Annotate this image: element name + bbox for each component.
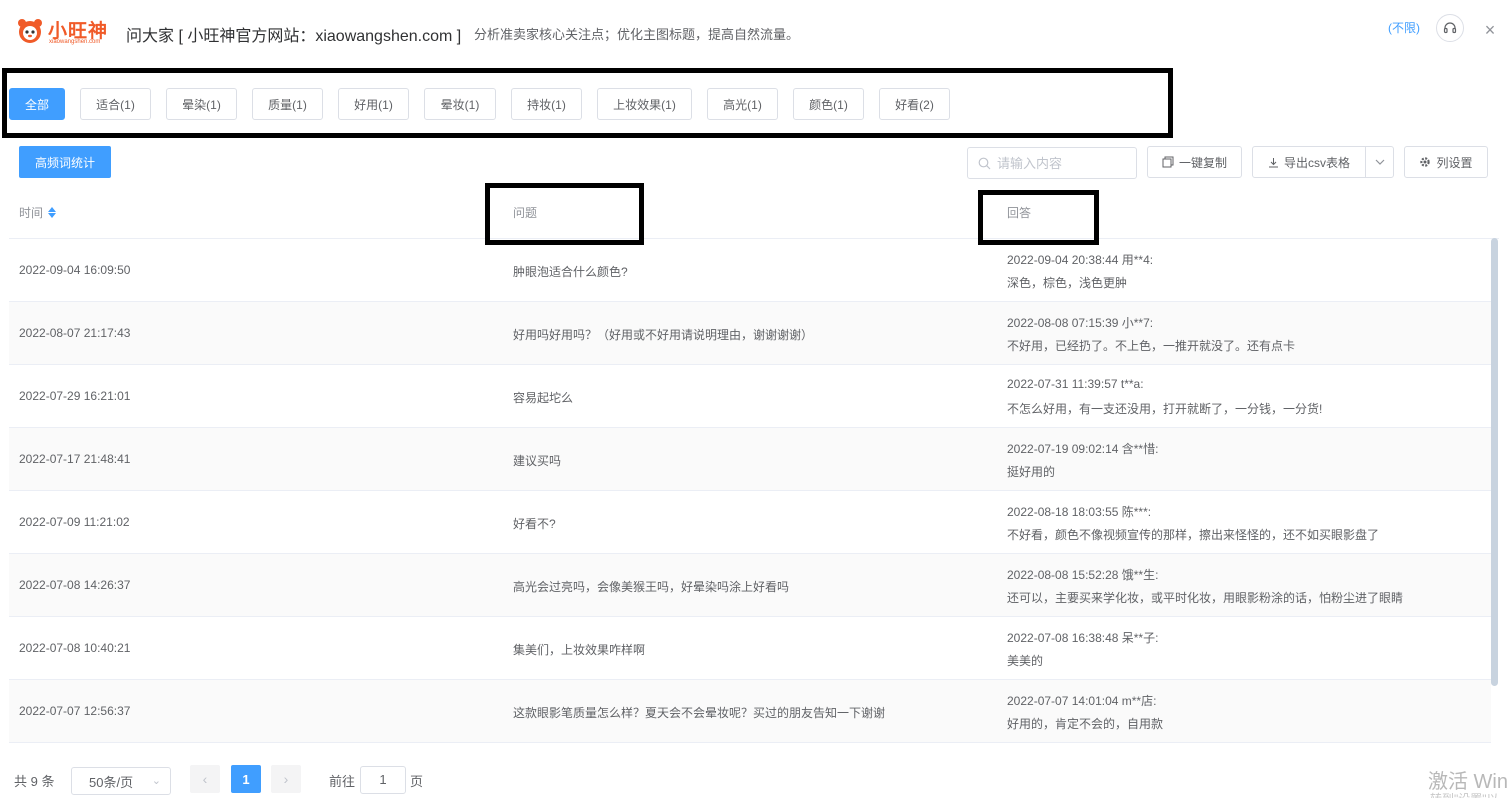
page-size-value: 50条/页 — [89, 774, 134, 790]
download-icon — [1268, 157, 1278, 167]
app-header: 小旺神 xiaowangshen.com 问大家 [ 小旺神官方网站：xiaow… — [0, 0, 1512, 62]
qa-table: 时间 问题 回答 2022-09-04 16:09:50 肿眼泡适合什么颜色? 20… — [9, 187, 1499, 743]
table-row: 2022-07-29 16:21:01 容易起坨么 2022-07-31 11:39… — [9, 365, 1491, 428]
table-header: 时间 问题 回答 — [9, 187, 1499, 239]
annotation-box-question — [485, 183, 644, 245]
answer-text-cell: 不好用，已经扔了。不上色，一推开就没了。还有点卡 — [1007, 339, 1296, 353]
search-icon — [978, 157, 991, 169]
total-count: 共 9 条 — [14, 774, 55, 789]
time-cell: 2022-09-04 16:09:50 — [19, 263, 131, 277]
question-cell: 肿眼泡适合什么颜色? — [513, 265, 628, 279]
column-settings-label: 列设置 — [1436, 155, 1473, 170]
table-body: 2022-09-04 16:09:50 肿眼泡适合什么颜色? 2022-09-04 … — [9, 239, 1491, 743]
column-header-time-label: 时间 — [19, 206, 44, 220]
column-settings-button[interactable]: 列设置 — [1404, 146, 1488, 178]
answer-meta-cell: 2022-08-18 18:03:55 陈***: — [1007, 505, 1152, 519]
quota-status[interactable]: (不限) — [1388, 19, 1420, 36]
answer-text-cell: 深色，棕色，浅色更肿 — [1007, 276, 1128, 290]
prev-page-button[interactable]: ‹ — [190, 765, 220, 793]
answer-meta-cell: 2022-08-08 07:15:39 小**7: — [1007, 316, 1154, 330]
headset-icon — [1443, 22, 1457, 34]
high-frequency-stats-button[interactable]: 高频词统计 — [19, 146, 111, 178]
page-title: 问大家 [ 小旺神官方网站：xiaowangshen.com ] — [126, 28, 462, 45]
table-row: 2022-07-08 14:26:37 高光会过亮吗，会像美猴王吗，好晕染吗涂上好… — [9, 554, 1491, 617]
answer-text-cell: 美美的 — [1007, 654, 1044, 668]
windows-activation-subtext: 转到"设置"以 — [1430, 790, 1499, 798]
time-cell: 2022-07-08 14:26:37 — [19, 578, 131, 592]
export-csv-label: 导出csv表格 — [1283, 155, 1350, 170]
answer-text-cell: 好用的，肯定不会的，自用款 — [1007, 717, 1164, 731]
page-size-select[interactable]: 50条/页 ⌄ — [71, 767, 171, 795]
answer-meta-cell: 2022-07-07 14:01:04 m**店: — [1007, 694, 1157, 708]
logo-url: xiaowangshen.com — [49, 39, 101, 45]
export-csv-button[interactable]: 导出csv表格 — [1252, 146, 1366, 178]
answer-meta-cell: 2022-07-08 16:38:48 呆**子: — [1007, 631, 1159, 645]
answer-meta-cell: 2022-07-31 11:39:57 t**a: — [1007, 377, 1144, 391]
search-input[interactable] — [997, 155, 1127, 171]
time-cell: 2022-07-09 11:21:02 — [19, 515, 130, 529]
sort-icon[interactable] — [48, 207, 57, 218]
chevron-right-icon: › — [283, 771, 289, 787]
next-page-button[interactable]: › — [271, 765, 301, 793]
time-cell: 2022-08-07 21:17:43 — [19, 326, 131, 340]
answer-meta-cell: 2022-09-04 20:38:44 用**4: — [1007, 253, 1154, 267]
answer-text-cell: 不怎么好用，有一支还没用，打开就断了，一分钱，一分货! — [1007, 402, 1323, 416]
answer-meta-cell: 2022-07-19 09:02:14 含**惜: — [1007, 442, 1159, 456]
answer-text-cell: 不好看，颜色不像视频宣传的那样，擦出来怪怪的，还不如买眼影盘了 — [1007, 528, 1380, 542]
time-cell: 2022-07-07 12:56:37 — [19, 704, 131, 718]
answer-text-cell: 还可以，主要买来学化妆，或平时化妆，用眼影粉涂的话，怕粉尘进了眼睛 — [1007, 591, 1404, 605]
gear-icon — [1420, 157, 1431, 167]
page-number-current[interactable]: 1 — [231, 765, 261, 793]
search-box[interactable] — [967, 147, 1137, 179]
question-cell: 高光会过亮吗，会像美猴王吗，好晕染吗涂上好看吗 — [513, 580, 790, 594]
copy-icon — [1162, 156, 1174, 168]
question-cell: 好看不? — [513, 517, 556, 531]
chevron-down-icon — [1375, 159, 1384, 165]
table-row: 2022-07-09 11:21:02 好看不? 2022-08-18 18:03:… — [9, 491, 1491, 554]
time-cell: 2022-07-29 16:21:01 — [19, 389, 131, 403]
logo-mascot-icon — [18, 19, 42, 43]
goto-page-input[interactable]: 1 — [360, 766, 406, 794]
goto-label: 前往 — [329, 774, 356, 789]
page-subtitle: 分析准卖家核心关注点；优化主图标题，提高自然流量。 — [474, 27, 800, 42]
question-cell: 集美们，上妆效果咋样啊 — [513, 643, 646, 657]
annotation-box-answer — [978, 190, 1099, 245]
customer-service-button[interactable] — [1436, 14, 1464, 42]
goto-suffix: 页 — [410, 774, 424, 789]
chevron-left-icon: ‹ — [202, 771, 208, 787]
chevron-down-icon: ⌄ — [151, 775, 161, 787]
table-row: 2022-09-04 16:09:50 肿眼泡适合什么颜色? 2022-09-04 … — [9, 239, 1491, 302]
question-cell: 容易起坨么 — [513, 391, 574, 405]
answer-meta-cell: 2022-08-08 15:52:28 饿**生: — [1007, 568, 1159, 582]
table-row: 2022-07-17 21:48:41 建议买吗 2022-07-19 09:02:… — [9, 428, 1491, 491]
table-scrollbar[interactable] — [1491, 238, 1498, 686]
table-row: 2022-07-07 12:56:37 这款眼影笔质量怎么样？夏天会不会晕妆呢？买… — [9, 680, 1491, 743]
copy-all-label: 一键复制 — [1178, 155, 1227, 170]
time-cell: 2022-07-17 21:48:41 — [19, 452, 131, 466]
export-dropdown-toggle[interactable] — [1365, 146, 1394, 178]
time-cell: 2022-07-08 10:40:21 — [19, 641, 131, 655]
copy-all-button[interactable]: 一键复制 — [1147, 146, 1242, 178]
answer-text-cell: 挺好用的 — [1007, 465, 1056, 479]
table-row: 2022-08-07 21:17:43 好用吗好用吗？（好用或不好用请说明理由，谢… — [9, 302, 1491, 365]
question-cell: 建议买吗 — [513, 454, 562, 468]
question-cell: 好用吗好用吗？（好用或不好用请说明理由，谢谢谢谢） — [513, 328, 814, 342]
table-row: 2022-07-08 10:40:21 集美们，上妆效果咋样啊 2022-07-08… — [9, 617, 1491, 680]
column-header-time[interactable]: 时间 — [19, 204, 57, 221]
annotation-box-tabs — [2, 68, 1173, 138]
brand-logo[interactable]: 小旺神 xiaowangshen.com — [16, 14, 112, 48]
close-icon[interactable]: × — [1481, 19, 1499, 41]
question-cell: 这款眼影笔质量怎么样？夏天会不会晕妆呢？买过的朋友告知一下谢谢 — [513, 706, 886, 720]
